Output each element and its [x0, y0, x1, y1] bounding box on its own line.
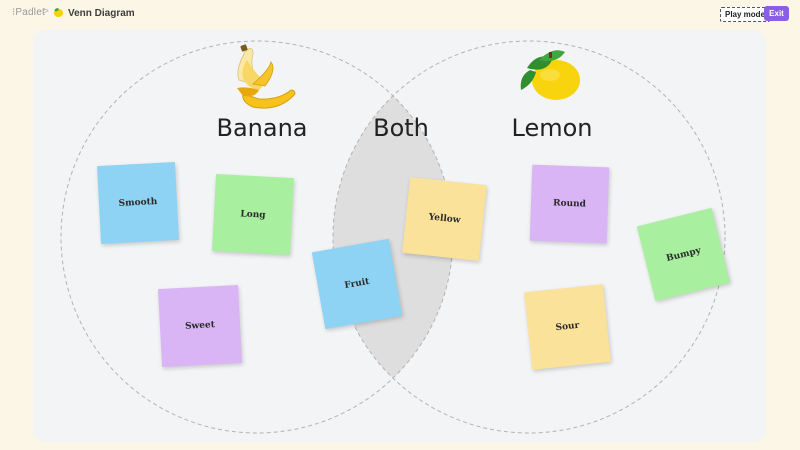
- sticky-note-long[interactable]: Long: [212, 174, 294, 255]
- note-text: Fruit: [343, 276, 371, 292]
- note-text: Round: [552, 198, 587, 210]
- note-text: Sweet: [184, 320, 216, 332]
- lemon-icon: [520, 50, 580, 100]
- sticky-note-yellow[interactable]: Yellow: [402, 177, 487, 261]
- heading-lemon: Lemon: [511, 114, 593, 142]
- exit-button[interactable]: Exit: [764, 6, 789, 21]
- play-mode-button[interactable]: Play mode: [720, 7, 771, 22]
- banana-icon: [237, 44, 296, 109]
- sticky-note-round[interactable]: Round: [529, 164, 610, 244]
- canvas-board: Banana Both Lemon Smooth Long Sweet Frui…: [33, 30, 766, 442]
- lemon-icon: [53, 8, 64, 18]
- sticky-note-sweet[interactable]: Sweet: [158, 284, 242, 368]
- sticky-note-sour[interactable]: Sour: [524, 284, 611, 370]
- padlet-logo[interactable]: ⁝Padlet: [12, 7, 45, 18]
- page-title[interactable]: Venn Diagram: [68, 8, 135, 19]
- sticky-note-fruit[interactable]: Fruit: [311, 238, 403, 330]
- note-text: Smooth: [118, 196, 158, 210]
- sticky-note-smooth[interactable]: Smooth: [97, 162, 179, 244]
- note-text: Bumpy: [665, 245, 702, 264]
- note-text: Yellow: [428, 212, 461, 226]
- note-text: Long: [240, 208, 266, 221]
- note-text: Sour: [555, 320, 580, 334]
- breadcrumb-separator: >: [43, 6, 49, 17]
- heading-both: Both: [373, 114, 429, 142]
- top-bar: ⁝Padlet > Venn Diagram Play mode Exit: [0, 0, 800, 28]
- heading-banana: Banana: [216, 114, 308, 142]
